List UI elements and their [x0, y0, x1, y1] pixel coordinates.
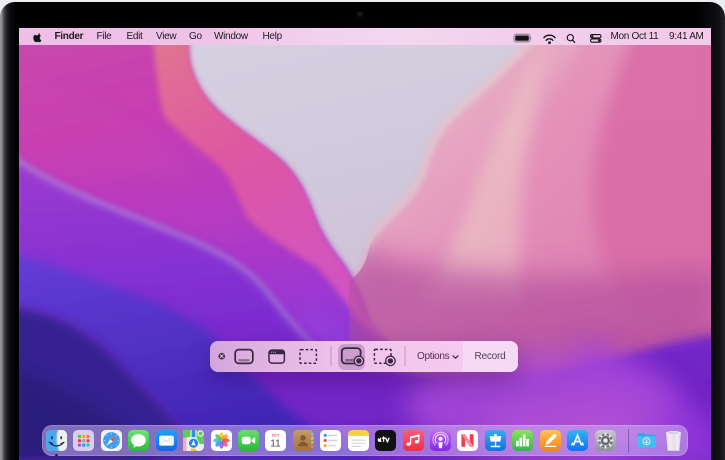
svg-text:11: 11	[271, 438, 282, 449]
svg-text:OCT: OCT	[272, 433, 280, 437]
